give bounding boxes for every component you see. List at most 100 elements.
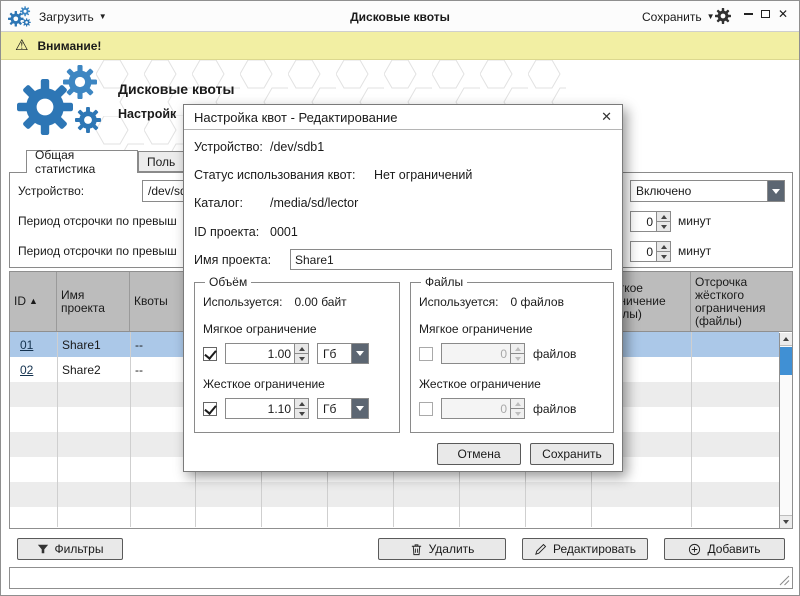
- grace-soft-input[interactable]: [631, 212, 656, 231]
- files-hard-input[interactable]: [442, 399, 510, 418]
- spinner-up-icon[interactable]: [657, 212, 670, 221]
- tab-general-statistics[interactable]: Общая статистика: [26, 150, 138, 173]
- grace-hard-unit: минут: [678, 244, 711, 258]
- window-titlebar: Загрузить ▼ Дисковые квоты Сохранить ▼ ✕: [1, 1, 799, 32]
- files-group-legend: Файлы: [421, 275, 467, 289]
- dialog-status-value: Нет ограничений: [374, 168, 472, 182]
- cancel-button-label: Отмена: [457, 447, 500, 461]
- delete-button-label: Удалить: [429, 542, 475, 556]
- save-button-label: Сохранить: [542, 447, 602, 461]
- table-gridline: [57, 332, 58, 527]
- close-icon: ✕: [778, 7, 788, 21]
- files-hard-checkbox[interactable]: [419, 402, 433, 416]
- add-button[interactable]: Добавить: [664, 538, 785, 560]
- close-icon[interactable]: ✕: [601, 109, 612, 125]
- row-name: Share2: [57, 363, 130, 377]
- scroll-down-icon[interactable]: [780, 515, 792, 528]
- volume-group-legend: Объём: [205, 275, 251, 289]
- save-menu[interactable]: Сохранить ▼: [642, 10, 715, 24]
- quota-edit-dialog: Настройка квот - Редактирование ✕ Устрой…: [183, 104, 623, 472]
- table-gridline: [691, 332, 692, 527]
- scroll-up-icon[interactable]: [780, 333, 792, 346]
- volume-soft-spinner[interactable]: [225, 343, 309, 364]
- row-id-link[interactable]: 02: [20, 363, 33, 377]
- filter-icon: [37, 543, 49, 555]
- app-gears-icon: [8, 6, 32, 28]
- status-bar: [9, 567, 793, 589]
- column-header-id[interactable]: ID ▲: [10, 272, 57, 331]
- dialog-titlebar: Настройка квот - Редактирование ✕: [184, 105, 622, 130]
- volume-hard-spinner[interactable]: [225, 398, 309, 419]
- maximize-button[interactable]: [758, 7, 772, 21]
- grace-soft-spinner[interactable]: [630, 211, 671, 232]
- row-name: Share1: [57, 338, 130, 352]
- volume-used-value: 0.00 байт: [295, 295, 347, 309]
- dialog-device-value: /dev/sdb1: [270, 140, 324, 154]
- tab-label: Поль: [147, 155, 175, 169]
- files-used-value: 0 файлов: [511, 295, 564, 309]
- load-menu-label: Загрузить: [39, 10, 94, 24]
- files-soft-input[interactable]: [442, 344, 510, 363]
- minimize-icon: [744, 13, 753, 15]
- minimize-button[interactable]: [741, 7, 755, 21]
- files-hard-unit: файлов: [533, 402, 576, 416]
- unit-value: Гб: [318, 399, 351, 418]
- plus-icon: [688, 543, 701, 556]
- edit-button[interactable]: Редактировать: [522, 538, 648, 560]
- volume-group: Объём Используется: 0.00 байт Мягкое огр…: [194, 275, 400, 433]
- files-soft-unit: файлов: [533, 347, 576, 361]
- dropdown-arrow-icon[interactable]: [767, 181, 784, 201]
- volume-hard-checkbox[interactable]: [203, 402, 217, 416]
- volume-hard-unit-select[interactable]: Гб: [317, 398, 369, 419]
- volume-soft-unit-select[interactable]: Гб: [317, 343, 369, 364]
- scrollbar-thumb[interactable]: [780, 347, 792, 375]
- volume-used-label: Используется:: [203, 295, 283, 309]
- app-window: Загрузить ▼ Дисковые квоты Сохранить ▼ ✕…: [0, 0, 800, 596]
- volume-hard-label: Жесткое ограничение: [203, 377, 391, 391]
- volume-soft-checkbox[interactable]: [203, 347, 217, 361]
- dialog-title: Настройка квот - Редактирование: [194, 110, 398, 125]
- grace-hard-spinner[interactable]: [630, 241, 671, 262]
- dropdown-arrow-icon[interactable]: [351, 399, 368, 418]
- files-hard-spinner[interactable]: [441, 398, 525, 419]
- tab-label: Общая статистика: [35, 148, 129, 176]
- grace-hard-input[interactable]: [631, 242, 656, 261]
- page-subtitle: Настройк: [118, 107, 176, 121]
- column-header-hard-grace-files[interactable]: Отсрочка жёсткого ограничения (файлы): [691, 272, 780, 331]
- column-header-name[interactable]: Имя проекта: [57, 272, 130, 331]
- spinner-up-icon[interactable]: [657, 242, 670, 251]
- spinner-down-icon[interactable]: [295, 353, 308, 363]
- spinner-down-icon[interactable]: [295, 408, 308, 418]
- save-button[interactable]: Сохранить: [530, 443, 614, 465]
- gear-icon[interactable]: [715, 8, 731, 24]
- files-soft-checkbox[interactable]: [419, 347, 433, 361]
- volume-soft-input[interactable]: [226, 344, 294, 363]
- volume-hard-input[interactable]: [226, 399, 294, 418]
- grace-hard-label: Период отсрочки по превыш: [18, 244, 177, 258]
- resize-grip-icon[interactable]: [779, 575, 790, 586]
- project-name-input[interactable]: [290, 249, 612, 270]
- delete-button[interactable]: Удалить: [378, 538, 506, 560]
- files-soft-spinner[interactable]: [441, 343, 525, 364]
- spinner-up-icon[interactable]: [295, 399, 308, 408]
- close-window-button[interactable]: ✕: [776, 7, 790, 21]
- warning-text: Внимание!: [37, 39, 101, 53]
- gears-logo-icon: [17, 63, 109, 141]
- spinner-down-icon[interactable]: [657, 221, 670, 231]
- spinner-up-icon[interactable]: [295, 344, 308, 353]
- spinner-up-icon: [511, 399, 524, 408]
- vertical-scrollbar[interactable]: [779, 333, 792, 528]
- spinner-up-icon: [511, 344, 524, 353]
- filters-button[interactable]: Фильтры: [17, 538, 123, 560]
- row-id-link[interactable]: 01: [20, 338, 33, 352]
- dialog-device-label: Устройство:: [194, 140, 263, 154]
- cancel-button[interactable]: Отмена: [437, 443, 521, 465]
- load-menu[interactable]: Загрузить ▼: [39, 10, 107, 24]
- unit-value: Гб: [318, 344, 351, 363]
- spinner-down-icon[interactable]: [657, 251, 670, 261]
- dialog-catalog-value: /media/sd/lector: [270, 196, 358, 210]
- status-select[interactable]: Включено: [630, 180, 785, 202]
- maximize-icon: [761, 10, 770, 18]
- edit-button-label: Редактировать: [553, 542, 636, 556]
- dropdown-arrow-icon[interactable]: [351, 344, 368, 363]
